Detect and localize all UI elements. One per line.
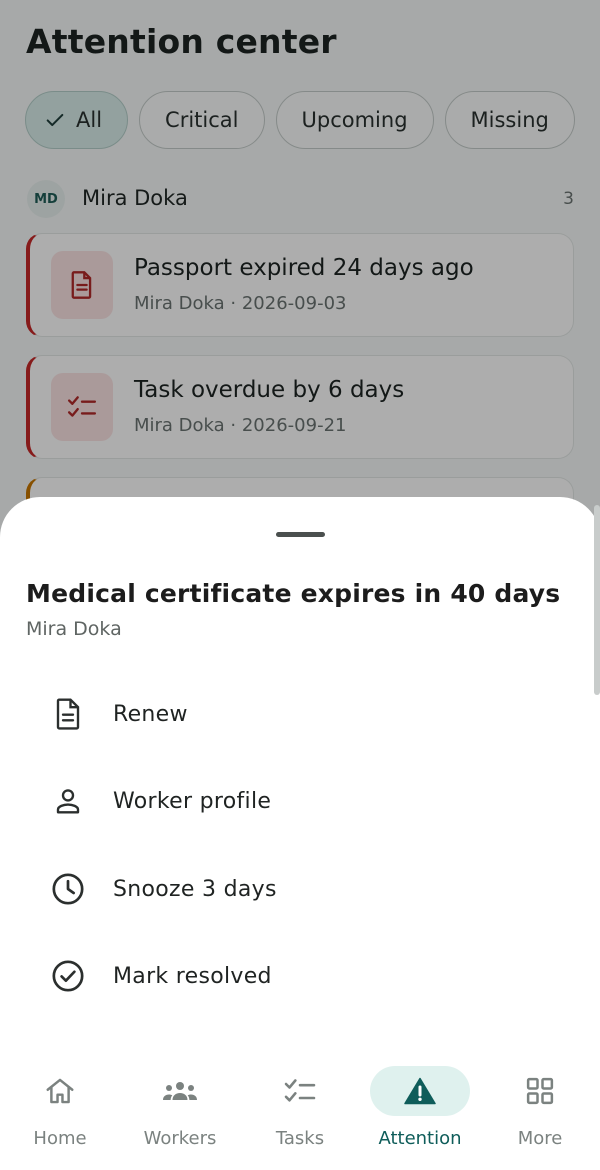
nav-tasks[interactable]: Tasks (240, 1066, 360, 1166)
nav-attention[interactable]: Attention (360, 1066, 480, 1166)
nav-label: Attention (378, 1128, 462, 1149)
person-icon (51, 784, 85, 818)
sheet-title: Medical certificate expires in 40 days (26, 579, 561, 608)
worker-profile-action[interactable]: Worker profile (26, 765, 586, 837)
home-icon (10, 1066, 110, 1116)
nav-label: More (517, 1128, 563, 1149)
document-icon (51, 697, 85, 731)
bottom-navigation: Home Workers Tasks Attention More (0, 1050, 600, 1170)
sheet-subtitle: Mira Doka (26, 618, 122, 640)
nav-workers[interactable]: Workers (120, 1066, 240, 1166)
scrollbar[interactable] (594, 505, 600, 695)
action-label: Renew (113, 701, 188, 727)
mark-resolved-action[interactable]: Mark resolved (26, 940, 586, 1012)
checklist-icon (250, 1066, 350, 1116)
action-label: Mark resolved (113, 963, 272, 989)
nav-label: Workers (143, 1128, 217, 1149)
drag-handle[interactable] (276, 532, 325, 537)
nav-home[interactable]: Home (0, 1066, 120, 1166)
nav-label: Tasks (275, 1128, 325, 1149)
nav-more[interactable]: More (480, 1066, 600, 1166)
grid-icon (490, 1066, 590, 1116)
action-label: Snooze 3 days (113, 876, 277, 902)
warning-icon (370, 1066, 470, 1116)
renew-action[interactable]: Renew (26, 678, 586, 750)
action-label: Worker profile (113, 788, 272, 814)
nav-label: Home (33, 1128, 87, 1149)
people-icon (130, 1066, 230, 1116)
clock-icon (51, 872, 85, 906)
snooze-action[interactable]: Snooze 3 days (26, 853, 586, 925)
check-circle-icon (51, 959, 85, 993)
